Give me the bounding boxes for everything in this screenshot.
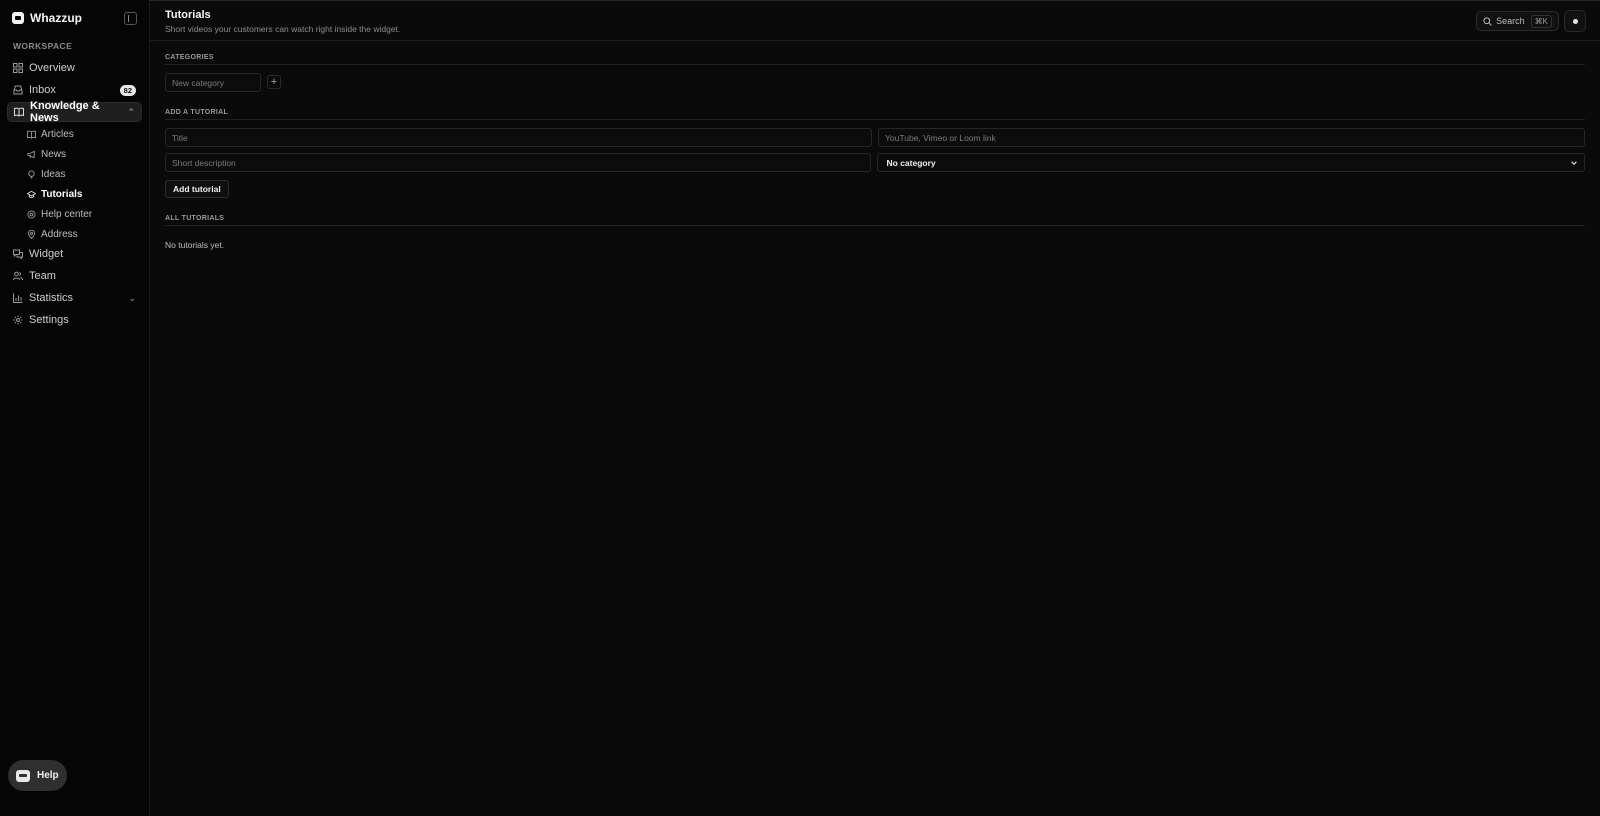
lifebuoy-icon	[27, 209, 36, 219]
page-title: Tutorials	[165, 9, 211, 21]
gear-icon	[13, 315, 23, 325]
users-icon	[13, 271, 23, 281]
categories-heading: CATEGORIES	[165, 54, 1585, 65]
empty-state-text: No tutorials yet.	[165, 240, 225, 250]
search-shortcut: ⌘K	[1530, 14, 1552, 28]
tutorial-row-2: No category	[165, 153, 1585, 172]
new-category-input[interactable]	[165, 73, 261, 92]
sidebar-subitem-label: Address	[41, 228, 78, 240]
sidebar-item-overview[interactable]: Overview	[7, 58, 142, 78]
sidebar: Whazzup WORKSPACE Overview Inbox 82 Know…	[0, 0, 150, 816]
avatar	[1572, 18, 1578, 24]
brand-name: Whazzup	[30, 11, 82, 25]
add-category-button[interactable]: +	[267, 75, 281, 89]
sidebar-subitem-label: Ideas	[41, 168, 66, 180]
search-button[interactable]: Search ⌘K	[1476, 11, 1559, 31]
megaphone-icon	[27, 150, 36, 159]
sidebar-subitem-articles[interactable]: Articles	[19, 124, 142, 144]
sidebar-subitem-label: News	[41, 148, 67, 160]
category-select[interactable]: No category	[876, 153, 1585, 172]
book-icon	[27, 130, 36, 139]
help-label: Help	[37, 770, 59, 781]
category-select-value: No category	[886, 157, 936, 168]
sidebar-item-label: Knowledge & News	[30, 100, 100, 124]
lightbulb-icon	[27, 169, 36, 179]
sidebar-collapse-icon[interactable]	[124, 11, 137, 25]
sidebar-subitem-label: Articles	[41, 128, 74, 140]
sidebar-subitem-tutorials[interactable]: Tutorials	[19, 184, 142, 204]
sidebar-subitem-help-center[interactable]: Help center	[19, 204, 142, 224]
book-open-icon	[14, 107, 24, 117]
chevron-down-icon	[1571, 160, 1577, 165]
sidebar-subitem-label: Help center	[41, 208, 93, 220]
sidebar-item-settings[interactable]: Settings	[7, 310, 142, 330]
sidebar-item-label: Widget	[29, 248, 64, 260]
add-tutorial-heading: ADD A TUTORIAL	[165, 109, 1585, 120]
sidebar-item-knowledge-news[interactable]: Knowledge & News ⌃	[7, 100, 142, 124]
search-icon	[1483, 16, 1492, 26]
sidebar-subitem-address[interactable]: Address	[19, 224, 142, 244]
sidebar-item-inbox[interactable]: Inbox 82	[7, 80, 142, 100]
page-header: Tutorials Short videos your customers ca…	[150, 0, 1600, 41]
whazzup-logo-icon	[12, 12, 24, 24]
sidebar-subitem-ideas[interactable]: Ideas	[19, 164, 142, 184]
sidebar-subitem-label: Tutorials	[41, 188, 83, 200]
app-root: Whazzup WORKSPACE Overview Inbox 82 Know…	[0, 0, 1600, 816]
grid-icon	[13, 63, 23, 73]
main-content: Tutorials Short videos your customers ca…	[150, 0, 1600, 816]
chat-logo-icon	[16, 769, 30, 782]
brand-header: Whazzup	[7, 0, 142, 36]
tutorials-content: CATEGORIES + ADD A TUTORIAL No category …	[150, 54, 1600, 250]
tutorial-row-1	[165, 128, 1585, 147]
knowledge-sub-nav: Articles News Ideas Tutorials Help cente…	[7, 124, 142, 244]
bar-chart-icon	[13, 293, 23, 303]
help-button[interactable]: Help	[8, 760, 67, 791]
sidebar-item-widget[interactable]: Widget	[7, 244, 142, 264]
tutorial-link-input[interactable]	[878, 128, 1585, 147]
sidebar-subitem-news[interactable]: News	[19, 144, 142, 164]
inbox-count-badge: 82	[119, 84, 136, 96]
all-tutorials-heading: ALL TUTORIALS	[165, 215, 1585, 226]
add-tutorial-button[interactable]: Add tutorial	[165, 180, 229, 198]
chevron-up-icon: ⌃	[127, 106, 135, 117]
user-menu-button[interactable]	[1564, 10, 1586, 32]
tutorial-title-input[interactable]	[165, 128, 872, 147]
sidebar-item-label: Settings	[29, 314, 69, 326]
workspace-section-label: WORKSPACE	[13, 41, 73, 51]
search-label: Search	[1496, 16, 1525, 26]
sidebar-item-statistics[interactable]: Statistics ⌄	[7, 288, 142, 308]
sidebar-item-label: Team	[29, 270, 56, 282]
sidebar-item-label: Statistics	[29, 292, 74, 304]
categories-row: +	[165, 73, 1585, 92]
sidebar-item-team[interactable]: Team	[7, 266, 142, 286]
page-subtitle: Short videos your customers can watch ri…	[165, 24, 401, 34]
tutorial-description-input[interactable]	[165, 153, 871, 172]
sidebar-item-label: Inbox	[29, 84, 56, 96]
sidebar-item-label: Overview	[29, 62, 75, 74]
inbox-icon	[13, 85, 23, 95]
graduation-cap-icon	[27, 190, 36, 199]
map-pin-icon	[27, 229, 36, 239]
chevron-down-icon: ⌄	[128, 292, 136, 303]
title-block: Tutorials Short videos your customers ca…	[165, 9, 1476, 34]
chat-bubbles-icon	[13, 249, 23, 259]
